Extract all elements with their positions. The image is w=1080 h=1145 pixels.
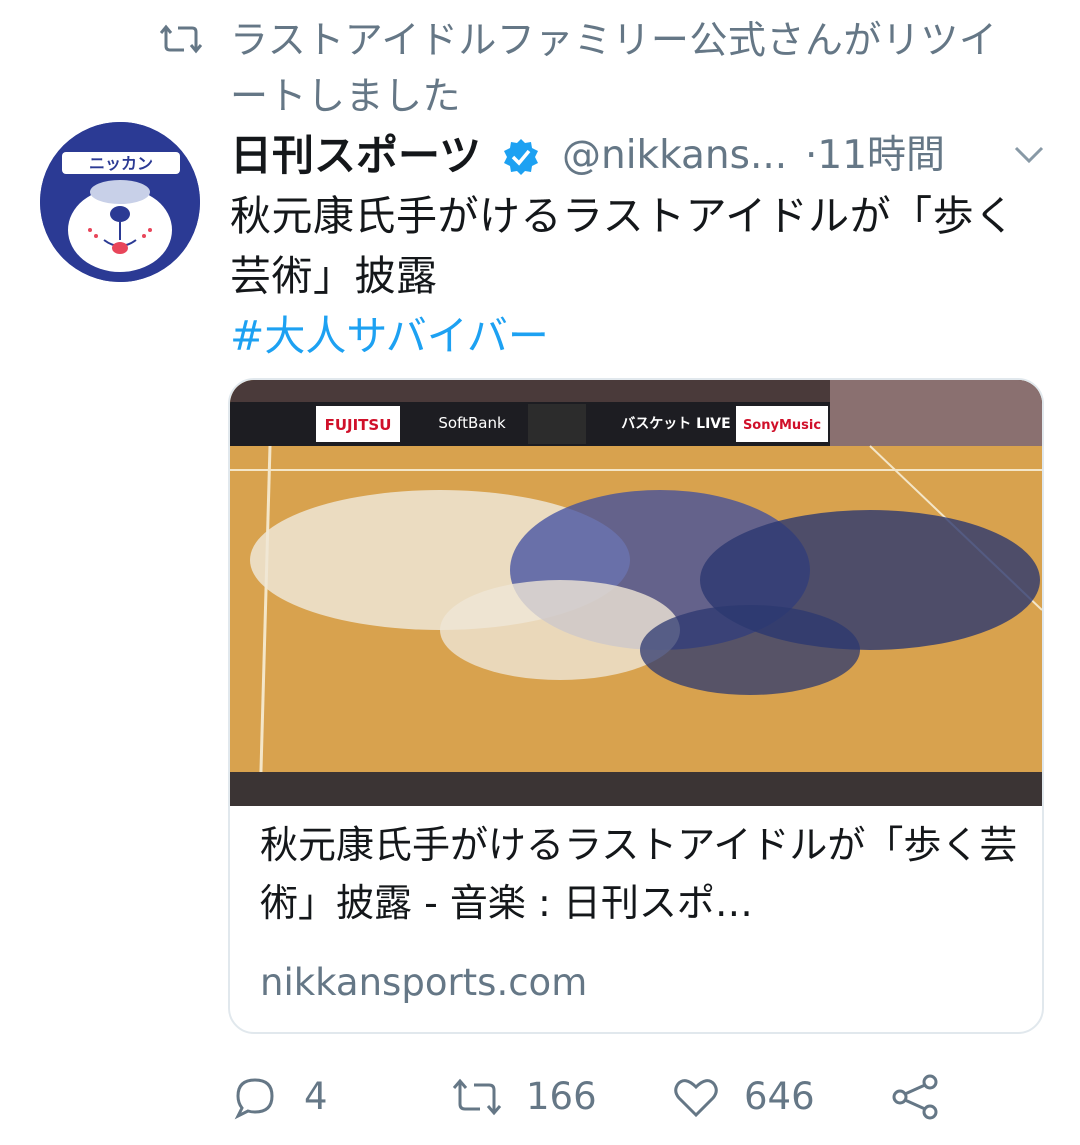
card-image: FUJITSU SoftBank バスケット LIVE SonyMusic bbox=[230, 380, 1042, 806]
sign-basket-live: バスケット LIVE bbox=[621, 416, 730, 432]
sign-sonymusic: SonyMusic bbox=[743, 418, 821, 433]
like-count: 646 bbox=[744, 1075, 815, 1118]
author-handle[interactable]: @nikkans... bbox=[562, 128, 787, 184]
chevron-down-icon[interactable] bbox=[1012, 142, 1046, 168]
tweet-timestamp[interactable]: ·11時間 bbox=[805, 128, 945, 184]
avatar-logo-text: ニッカン bbox=[89, 154, 153, 173]
reply-icon[interactable] bbox=[232, 1074, 278, 1120]
like-heart-icon[interactable] bbox=[672, 1074, 720, 1120]
share-icon[interactable] bbox=[890, 1074, 940, 1120]
author-avatar[interactable]: ニッカン bbox=[40, 122, 200, 282]
tweet-text: 秋元康氏手がけるラストアイドルが「歩く芸術」披露 bbox=[230, 192, 1016, 300]
tweet-actions: 4 166 646 bbox=[0, 1060, 1080, 1140]
tweet-header: 日刊スポーツ @nikkans... ·11時間 bbox=[230, 128, 1050, 184]
retweet-count: 166 bbox=[526, 1075, 597, 1118]
nikkan-mascot-logo: ニッカン bbox=[40, 122, 200, 282]
sign-fujitsu: FUJITSU bbox=[325, 416, 392, 434]
hashtag-link[interactable]: #大人サバイバー bbox=[230, 306, 549, 366]
verified-badge-icon bbox=[504, 139, 538, 175]
link-card[interactable]: FUJITSU SoftBank バスケット LIVE SonyMusic 秋元… bbox=[228, 378, 1044, 1034]
card-domain: nikkansports.com bbox=[260, 961, 588, 1004]
tweet-page: ラストアイドルファミリー公式さんがリツイートしました ニッカン 日刊スポーツ @… bbox=[0, 0, 1080, 1145]
sign-softbank: SoftBank bbox=[438, 414, 506, 432]
author-name[interactable]: 日刊スポーツ bbox=[230, 128, 481, 184]
card-title: 秋元康氏手がけるラストアイドルが「歩く芸術」披露 - 音楽 : 日刊スポ… bbox=[260, 823, 1018, 925]
retweet-context-text[interactable]: ラストアイドルファミリー公式さんがリツイートしました bbox=[230, 12, 1030, 124]
retweet-action-icon[interactable] bbox=[452, 1074, 502, 1120]
reply-count: 4 bbox=[304, 1075, 328, 1118]
retweet-icon bbox=[160, 24, 202, 54]
